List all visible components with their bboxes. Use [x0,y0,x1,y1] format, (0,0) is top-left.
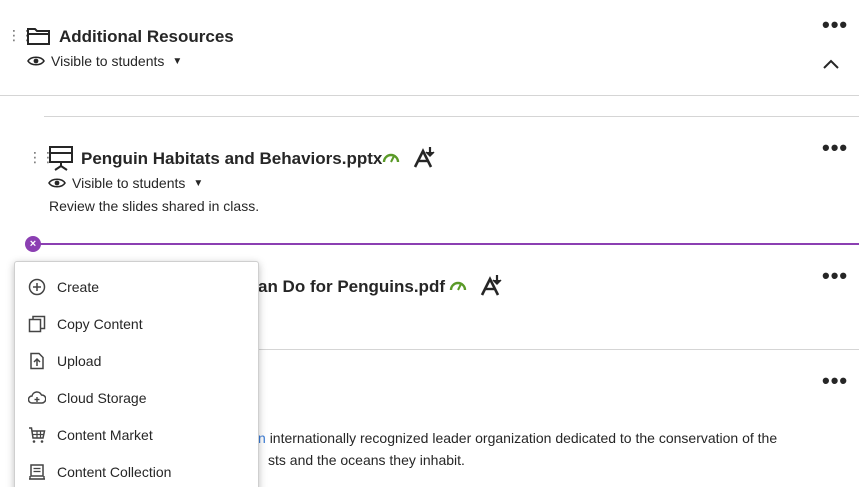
chevron-down-icon: ▼ [172,55,183,67]
link-fragment[interactable]: n [258,430,266,446]
gauge-icon[interactable] [382,151,400,163]
item-title[interactable]: Penguin Habitats and Behaviors.pptx [81,149,382,169]
presentation-icon [48,145,74,176]
insert-content-line [40,243,859,245]
menu-item-content-collection[interactable]: Content Collection [15,453,258,487]
folder-title[interactable]: Additional Resources [59,27,234,47]
item-text-line: internationally recognized leader organi… [269,430,778,446]
menu-item-label: Content Market [57,426,153,443]
item-visibility-dropdown[interactable]: Visible to students ▼ [48,175,203,191]
folder-visibility-dropdown[interactable]: Visible to students ▼ [27,53,182,69]
menu-item-upload[interactable]: Upload [15,342,258,379]
divider [44,116,859,117]
folder-icon [26,25,52,52]
menu-item-create[interactable]: Create [15,268,258,305]
accessibility-download-icon[interactable] [480,273,504,297]
chevron-down-icon: ▼ [193,177,204,189]
gauge-icon[interactable] [449,279,467,291]
collection-icon [29,463,45,480]
menu-item-label: Cloud Storage [57,389,147,406]
accessibility-download-icon[interactable] [413,145,437,169]
menu-item-copy-content[interactable]: Copy Content [15,305,258,342]
visibility-label: Visible to students [72,175,186,191]
eye-icon [48,178,66,188]
plus-circle-icon [28,278,46,295]
menu-item-cloud-storage[interactable]: Cloud Storage [15,379,258,416]
item-text: n internationally recognized leader orga… [258,430,777,446]
menu-item-label: Copy Content [57,315,143,332]
cart-icon [29,426,46,443]
add-content-menu: Create Copy Content Upload Cloud Storage… [14,261,259,487]
menu-item-label: Upload [57,352,102,369]
divider [0,95,859,96]
copy-icon [28,315,46,332]
item-more-options-button[interactable]: ••• [822,265,848,287]
upload-icon [30,352,44,369]
item-title[interactable]: an Do for Penguins.pdf [258,277,445,297]
folder-more-options-button[interactable]: ••• [822,14,848,36]
menu-item-label: Content Collection [57,463,172,480]
item-description: Review the slides shared in class. [49,198,260,214]
item-text-line: sts and the oceans they inhabit. [268,452,465,468]
collapse-chevron-icon[interactable] [822,57,840,75]
item-more-options-button[interactable]: ••• [822,370,848,392]
item-more-options-button[interactable]: ••• [822,137,848,159]
eye-icon [27,56,45,66]
close-add-menu-button[interactable]: × [25,236,41,252]
cloud-icon [28,390,46,404]
menu-item-label: Create [57,278,100,295]
visibility-label: Visible to students [51,53,165,69]
divider [258,349,859,350]
menu-item-content-market[interactable]: Content Market [15,416,258,453]
